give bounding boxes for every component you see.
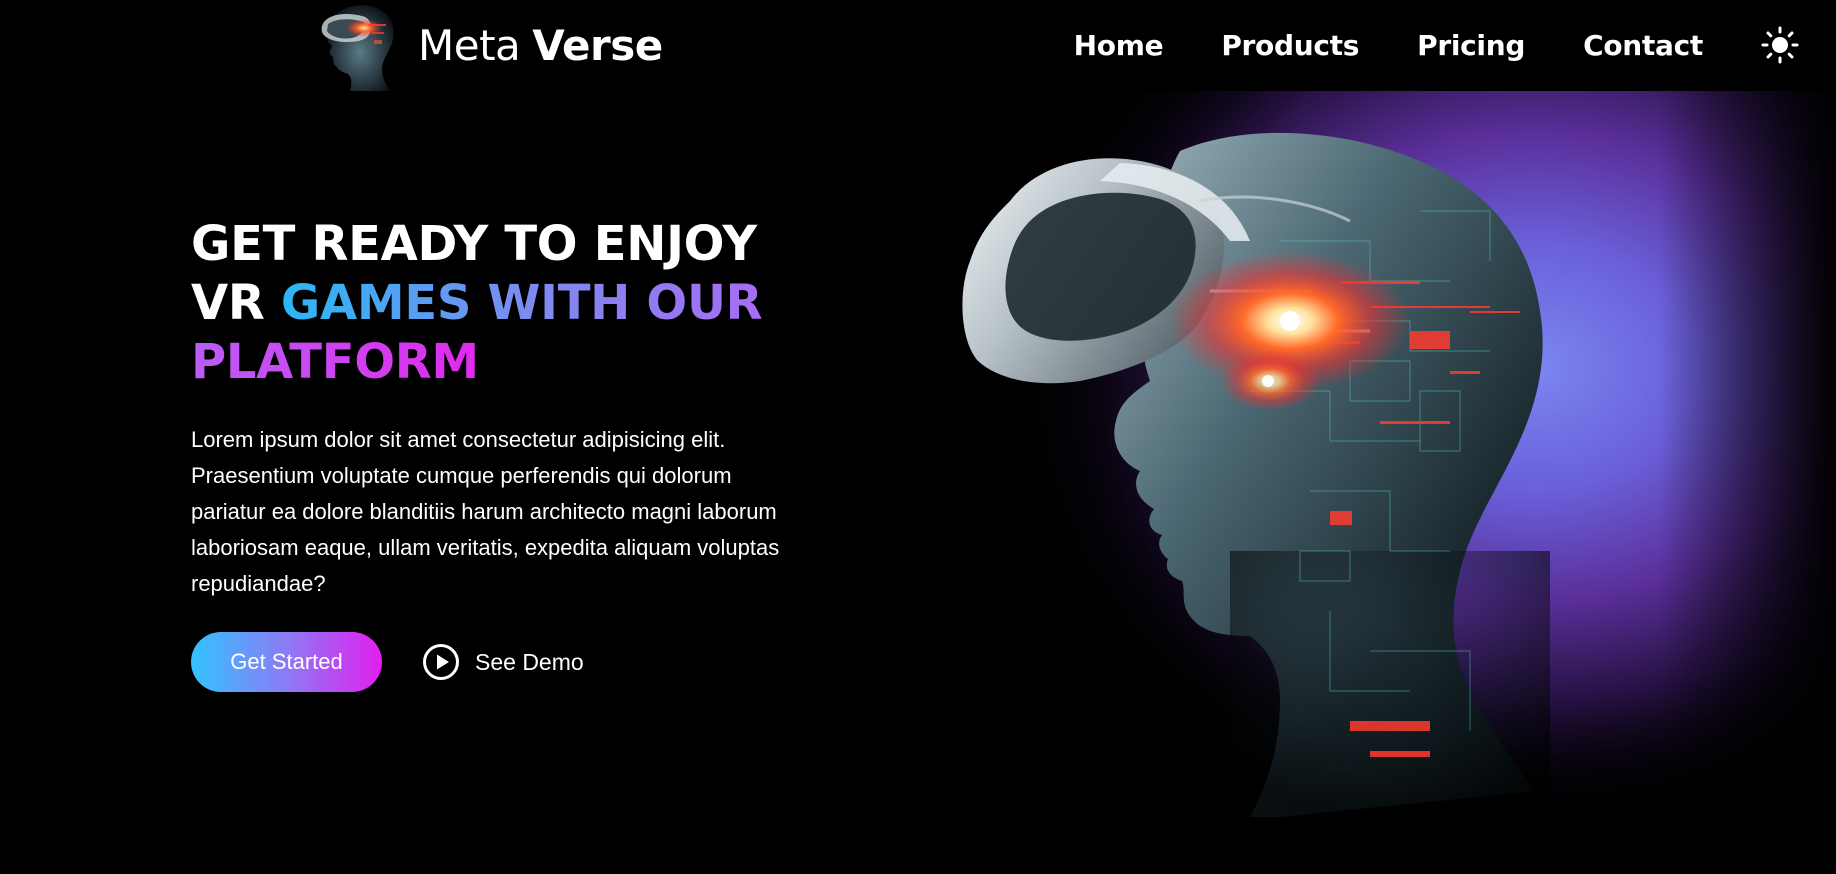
brand-name: Meta Verse	[418, 21, 663, 70]
main-nav: Home Products Pricing Contact	[1074, 0, 1704, 91]
see-demo-label: See Demo	[475, 648, 584, 675]
landing-page: MetaVerse Home Products Pricing Contact	[0, 0, 1836, 874]
play-circle-icon	[423, 644, 459, 680]
hero-title-line2-gradient: GAMES WITH OUR	[280, 275, 763, 331]
hero-description: Lorem ipsum dolor sit amet consectetur a…	[191, 427, 780, 596]
sun-icon[interactable]	[1760, 25, 1800, 65]
nav-home[interactable]: Home	[1074, 29, 1164, 62]
vr-headset-person-illustration	[950, 91, 1836, 817]
hero-section: GET READY TO ENJOY VR GAMES WITH OUR PLA…	[191, 215, 831, 692]
see-demo-button[interactable]: See Demo	[422, 643, 584, 681]
hero-title-line1: GET READY TO ENJOY	[191, 216, 757, 272]
brand-name-bold: Verse	[532, 21, 663, 70]
site-header: Meta Verse Home Products Pricing Contact	[0, 0, 1836, 91]
get-started-button[interactable]: Get Started	[191, 632, 382, 692]
nav-pricing[interactable]: Pricing	[1417, 29, 1525, 62]
hero-title-line3-gradient: PLATFORM	[191, 334, 479, 390]
brand-name-light: Meta	[418, 21, 521, 70]
hero-title: GET READY TO ENJOY VR GAMES WITH OUR PLA…	[191, 215, 831, 392]
vr-head-logo-icon	[321, 5, 394, 91]
hero-title-line2-plain: VR	[191, 275, 281, 331]
brand-link[interactable]: Meta Verse	[312, 0, 663, 91]
cta-row: Get Started See Demo	[191, 632, 831, 692]
nav-contact[interactable]: Contact	[1583, 29, 1703, 62]
nav-products[interactable]: Products	[1221, 29, 1359, 62]
